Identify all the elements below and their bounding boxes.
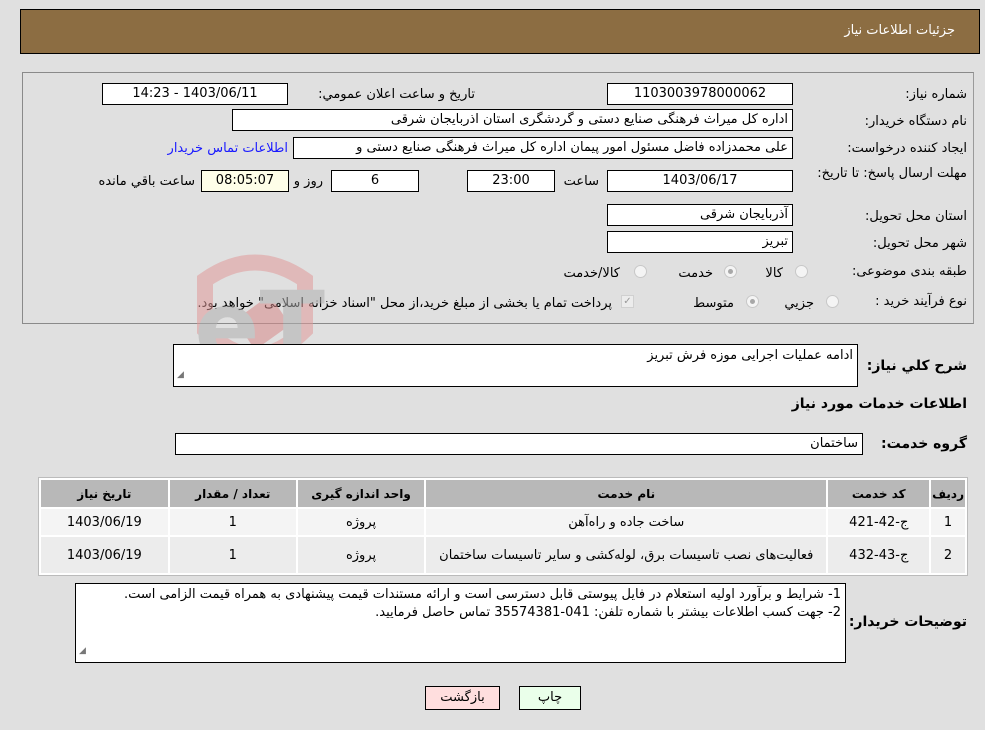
- cell-code: ج-42-421: [828, 509, 930, 535]
- col-header-code: کد خدمت: [828, 480, 930, 507]
- service-group-label: گروه خدمت:: [881, 436, 967, 452]
- cell-date: 1403/06/19: [41, 509, 168, 535]
- buyer-notes-label: توضیحات خریدار:: [848, 614, 967, 630]
- page-header: جزئيات اطلاعات نياز: [20, 9, 980, 54]
- cell-name: فعالیت‌های نصب تاسیسات برق، لوله‌کشی و س…: [426, 537, 827, 573]
- table-row: 2 ج-43-432 فعالیت‌های نصب تاسیسات برق، ل…: [41, 537, 965, 573]
- col-header-date: تاريخ نياز: [41, 480, 168, 507]
- province-field[interactable]: آذربایجان شرقی: [607, 204, 793, 226]
- description-text: ادامه عملیات اجرایی موزه فرش تبریز: [647, 348, 853, 363]
- process-option-medium: متوسط: [693, 296, 734, 311]
- service-group-field[interactable]: ساختمان: [175, 433, 863, 455]
- city-label: شهر محل تحویل:: [872, 236, 967, 251]
- table-row: 1 ج-42-421 ساخت جاده و راه‌آهن پروژه 1 1…: [41, 509, 965, 535]
- col-header-name: نام خدمت: [426, 480, 827, 507]
- print-button[interactable]: چاپ: [519, 686, 581, 710]
- cell-unit: پروژه: [297, 537, 425, 573]
- description-label: شرح کلي نياز:: [866, 358, 967, 374]
- cell-date: 1403/06/19: [41, 537, 168, 573]
- announce-field[interactable]: 1403/06/11 - 14:23: [102, 83, 288, 105]
- deadline-label: مهلت ارسال پاسخ: تا تاریخ:: [817, 166, 967, 181]
- cell-qty: 1: [169, 509, 296, 535]
- province-label: استان محل تحویل:: [865, 209, 967, 224]
- announce-label: تاريخ و ساعت اعلان عمومي:: [318, 87, 475, 102]
- buyer-notes-line2: 2- جهت کسب اطلاعات بیشتر با شماره تلفن: …: [375, 605, 841, 620]
- services-section-title: اطلاعات خدمات مورد نياز: [791, 396, 967, 412]
- cell-row: 2: [931, 537, 965, 573]
- days-remaining-field[interactable]: 6: [331, 170, 419, 192]
- process-radio-medium[interactable]: [746, 295, 759, 308]
- cell-qty: 1: [169, 537, 296, 573]
- buyer-notes-textarea[interactable]: 1- شرایط و برآورد اولیه استعلام در فایل …: [75, 583, 846, 663]
- process-label: نوع فرآیند خرید :: [875, 294, 967, 309]
- services-table: رديف کد خدمت نام خدمت واحد اندازه گيری ت…: [38, 477, 968, 576]
- cell-unit: پروژه: [297, 509, 425, 535]
- deadline-time-field[interactable]: 23:00: [467, 170, 555, 192]
- deadline-time-label: ساعت: [563, 174, 599, 189]
- process-option-minor: جزيي: [784, 296, 814, 311]
- buyer-notes-line1: 1- شرایط و برآورد اولیه استعلام در فایل …: [123, 587, 841, 602]
- creator-field[interactable]: علی محمدزاده فاضل مسئول امور پیمان اداره…: [293, 137, 793, 159]
- category-option-goods: کالا: [765, 266, 783, 281]
- time-remaining-field: 08:05:07: [201, 170, 289, 192]
- cell-code: ج-43-432: [828, 537, 930, 573]
- category-radio-goods-service[interactable]: [634, 265, 647, 278]
- buyer-org-field[interactable]: اداره کل میراث فرهنگی صنایع دستی و گردشگ…: [232, 109, 793, 131]
- col-header-qty: تعداد / مقدار: [169, 480, 296, 507]
- buyer-org-label: نام دستگاه خریدار:: [864, 114, 967, 129]
- category-option-goods-service: کالا/خدمت: [563, 266, 620, 281]
- deadline-date-field[interactable]: 1403/06/17: [607, 170, 793, 192]
- col-header-row: رديف: [931, 480, 965, 507]
- col-header-unit: واحد اندازه گيری: [297, 480, 425, 507]
- treasury-checkbox[interactable]: ✓: [621, 295, 634, 308]
- category-radio-service[interactable]: [724, 265, 737, 278]
- resize-grip-icon[interactable]: ◢: [177, 366, 184, 384]
- description-textarea[interactable]: ادامه عملیات اجرایی موزه فرش تبریز ◢: [173, 344, 858, 387]
- need-number-field[interactable]: 1103003978000062: [607, 83, 793, 105]
- city-field[interactable]: تبریز: [607, 231, 793, 253]
- resize-grip-icon[interactable]: ◢: [79, 642, 86, 660]
- category-radio-goods[interactable]: [795, 265, 808, 278]
- days-label: روز و: [293, 174, 323, 189]
- category-label: طبقه بندی موضوعی:: [851, 264, 967, 279]
- buyer-contact-link[interactable]: اطلاعات تماس خریدار: [168, 141, 288, 156]
- back-button[interactable]: بازگشت: [425, 686, 500, 710]
- cell-name: ساخت جاده و راه‌آهن: [426, 509, 827, 535]
- need-number-label: شماره نیاز:: [905, 87, 967, 102]
- process-radio-minor[interactable]: [826, 295, 839, 308]
- cell-row: 1: [931, 509, 965, 535]
- time-remaining-label: ساعت باقي مانده: [98, 174, 195, 189]
- page-title: جزئيات اطلاعات نياز: [844, 23, 955, 38]
- treasury-label: پرداخت تمام یا بخشی از مبلغ خرید،از محل …: [197, 296, 612, 311]
- creator-label: ایجاد کننده درخواست:: [847, 141, 967, 156]
- category-option-service: خدمت: [678, 266, 713, 281]
